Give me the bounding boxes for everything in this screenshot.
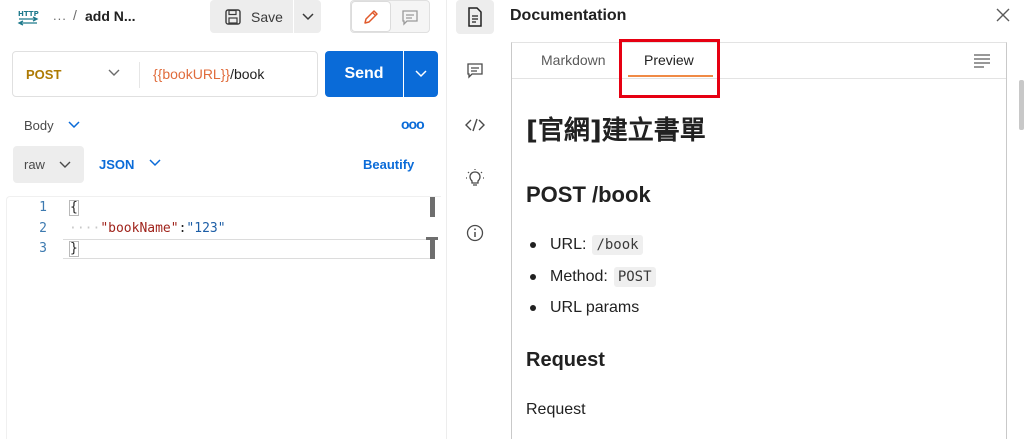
list-item-label: URL: [550,236,587,253]
documentation-frame: Markdown Preview [官網]建立書單 POST /book URL… [511,39,1007,439]
format-select[interactable]: JSON [99,157,134,172]
http-icon: HTTP [17,10,39,26]
json-value: "123" [186,221,226,236]
related-collections-button[interactable] [456,161,494,195]
code-snippet-button[interactable] [456,108,494,142]
documentation-icon [468,7,482,27]
documentation-panel: Documentation Markdown Preview [官網]建立書單 … [497,0,1024,439]
save-button[interactable]: Save [210,0,293,33]
indent-guide: ···· [69,221,101,236]
inline-code: POST [613,267,656,287]
body-mode-label: raw [24,157,45,172]
comment-mode-button[interactable] [391,1,429,32]
code-icon [465,118,485,132]
send-options-button[interactable] [404,51,438,97]
comments-button[interactable] [456,53,494,87]
body-editor[interactable]: 1 2 3 { ····"bookName":"123" } [6,196,441,439]
send-button[interactable]: Send [325,51,403,97]
view-mode-toggle [350,0,430,33]
body-tab[interactable]: Body [24,118,54,133]
close-icon[interactable] [995,7,1011,23]
edit-mode-button[interactable] [351,1,391,32]
preview-heading-2: POST /book [526,182,651,207]
body-mode-select[interactable]: raw [13,146,84,183]
request-header: HTTP ... / add N... Save [0,0,447,36]
chevron-down-icon[interactable] [68,121,80,129]
code-line: } [69,241,79,257]
text-format-icon[interactable] [973,53,991,69]
list-item: Method: POST [526,265,826,289]
inline-code: /book [592,235,643,255]
save-label: Save [251,8,283,25]
chevron-down-icon [415,70,427,78]
comment-icon [402,9,418,26]
more-options-button[interactable]: ooo [401,116,425,132]
preview-heading-request: Request [526,349,605,371]
url-variable: {{bookURL}} [153,66,231,82]
json-key: "bookName" [100,221,179,236]
svg-text:HTTP: HTTP [18,10,39,18]
url-bar: POST {{bookURL}}/book [12,51,318,97]
cursor-marker [430,239,435,259]
code-line: ····"bookName":"123" [69,221,226,236]
breadcrumb-separator: / [73,7,77,23]
info-button[interactable] [456,216,494,250]
open-brace: { [69,200,79,216]
request-name[interactable]: add N... [85,8,136,24]
bullet [530,242,536,248]
save-options-button[interactable] [294,0,321,33]
breadcrumb-collapsed[interactable]: ... [53,8,67,23]
comments-icon [467,63,483,79]
documentation-button[interactable] [456,0,494,34]
chevron-down-icon [301,12,314,20]
close-brace: } [69,241,79,257]
lightbulb-icon [466,169,484,186]
url-divider [139,62,140,88]
pencil-icon [364,9,378,24]
line-number: 3 [39,241,47,256]
panel-title: Documentation [510,7,627,24]
chevron-down-icon [59,161,71,168]
panel-scrollbar[interactable] [1019,80,1024,130]
preview-paragraph: Request [526,401,586,418]
save-icon [225,8,241,25]
list-item-label: Method: [550,268,608,285]
line-number: 1 [39,200,47,215]
bullet [530,274,536,280]
url-input[interactable]: {{bookURL}}/book [153,66,264,82]
annotation-highlight-box [619,39,720,98]
doc-tabs: Markdown Preview [512,39,1006,98]
preview-heading-1: [官網]建立書單 [526,116,706,146]
beautify-button[interactable]: Beautify [363,157,414,172]
tab-markdown[interactable]: Markdown [541,52,606,68]
chevron-down-icon[interactable] [108,69,120,77]
list-item: URL: /book [526,233,826,257]
bullet [530,305,536,311]
code-line: { [69,200,79,216]
right-sidebar-rail [454,0,496,439]
active-line-highlight [63,239,435,259]
list-item-label: URL params [550,299,640,316]
request-panel: HTTP ... / add N... Save POST {{bookURL}… [0,0,447,439]
method-select[interactable]: POST [26,67,61,82]
line-number: 2 [39,221,47,236]
editor-scrollbar[interactable] [430,197,435,217]
list-item: URL params [526,296,826,320]
info-icon [466,224,484,242]
url-path: /book [230,66,265,82]
chevron-down-icon[interactable] [149,159,161,167]
